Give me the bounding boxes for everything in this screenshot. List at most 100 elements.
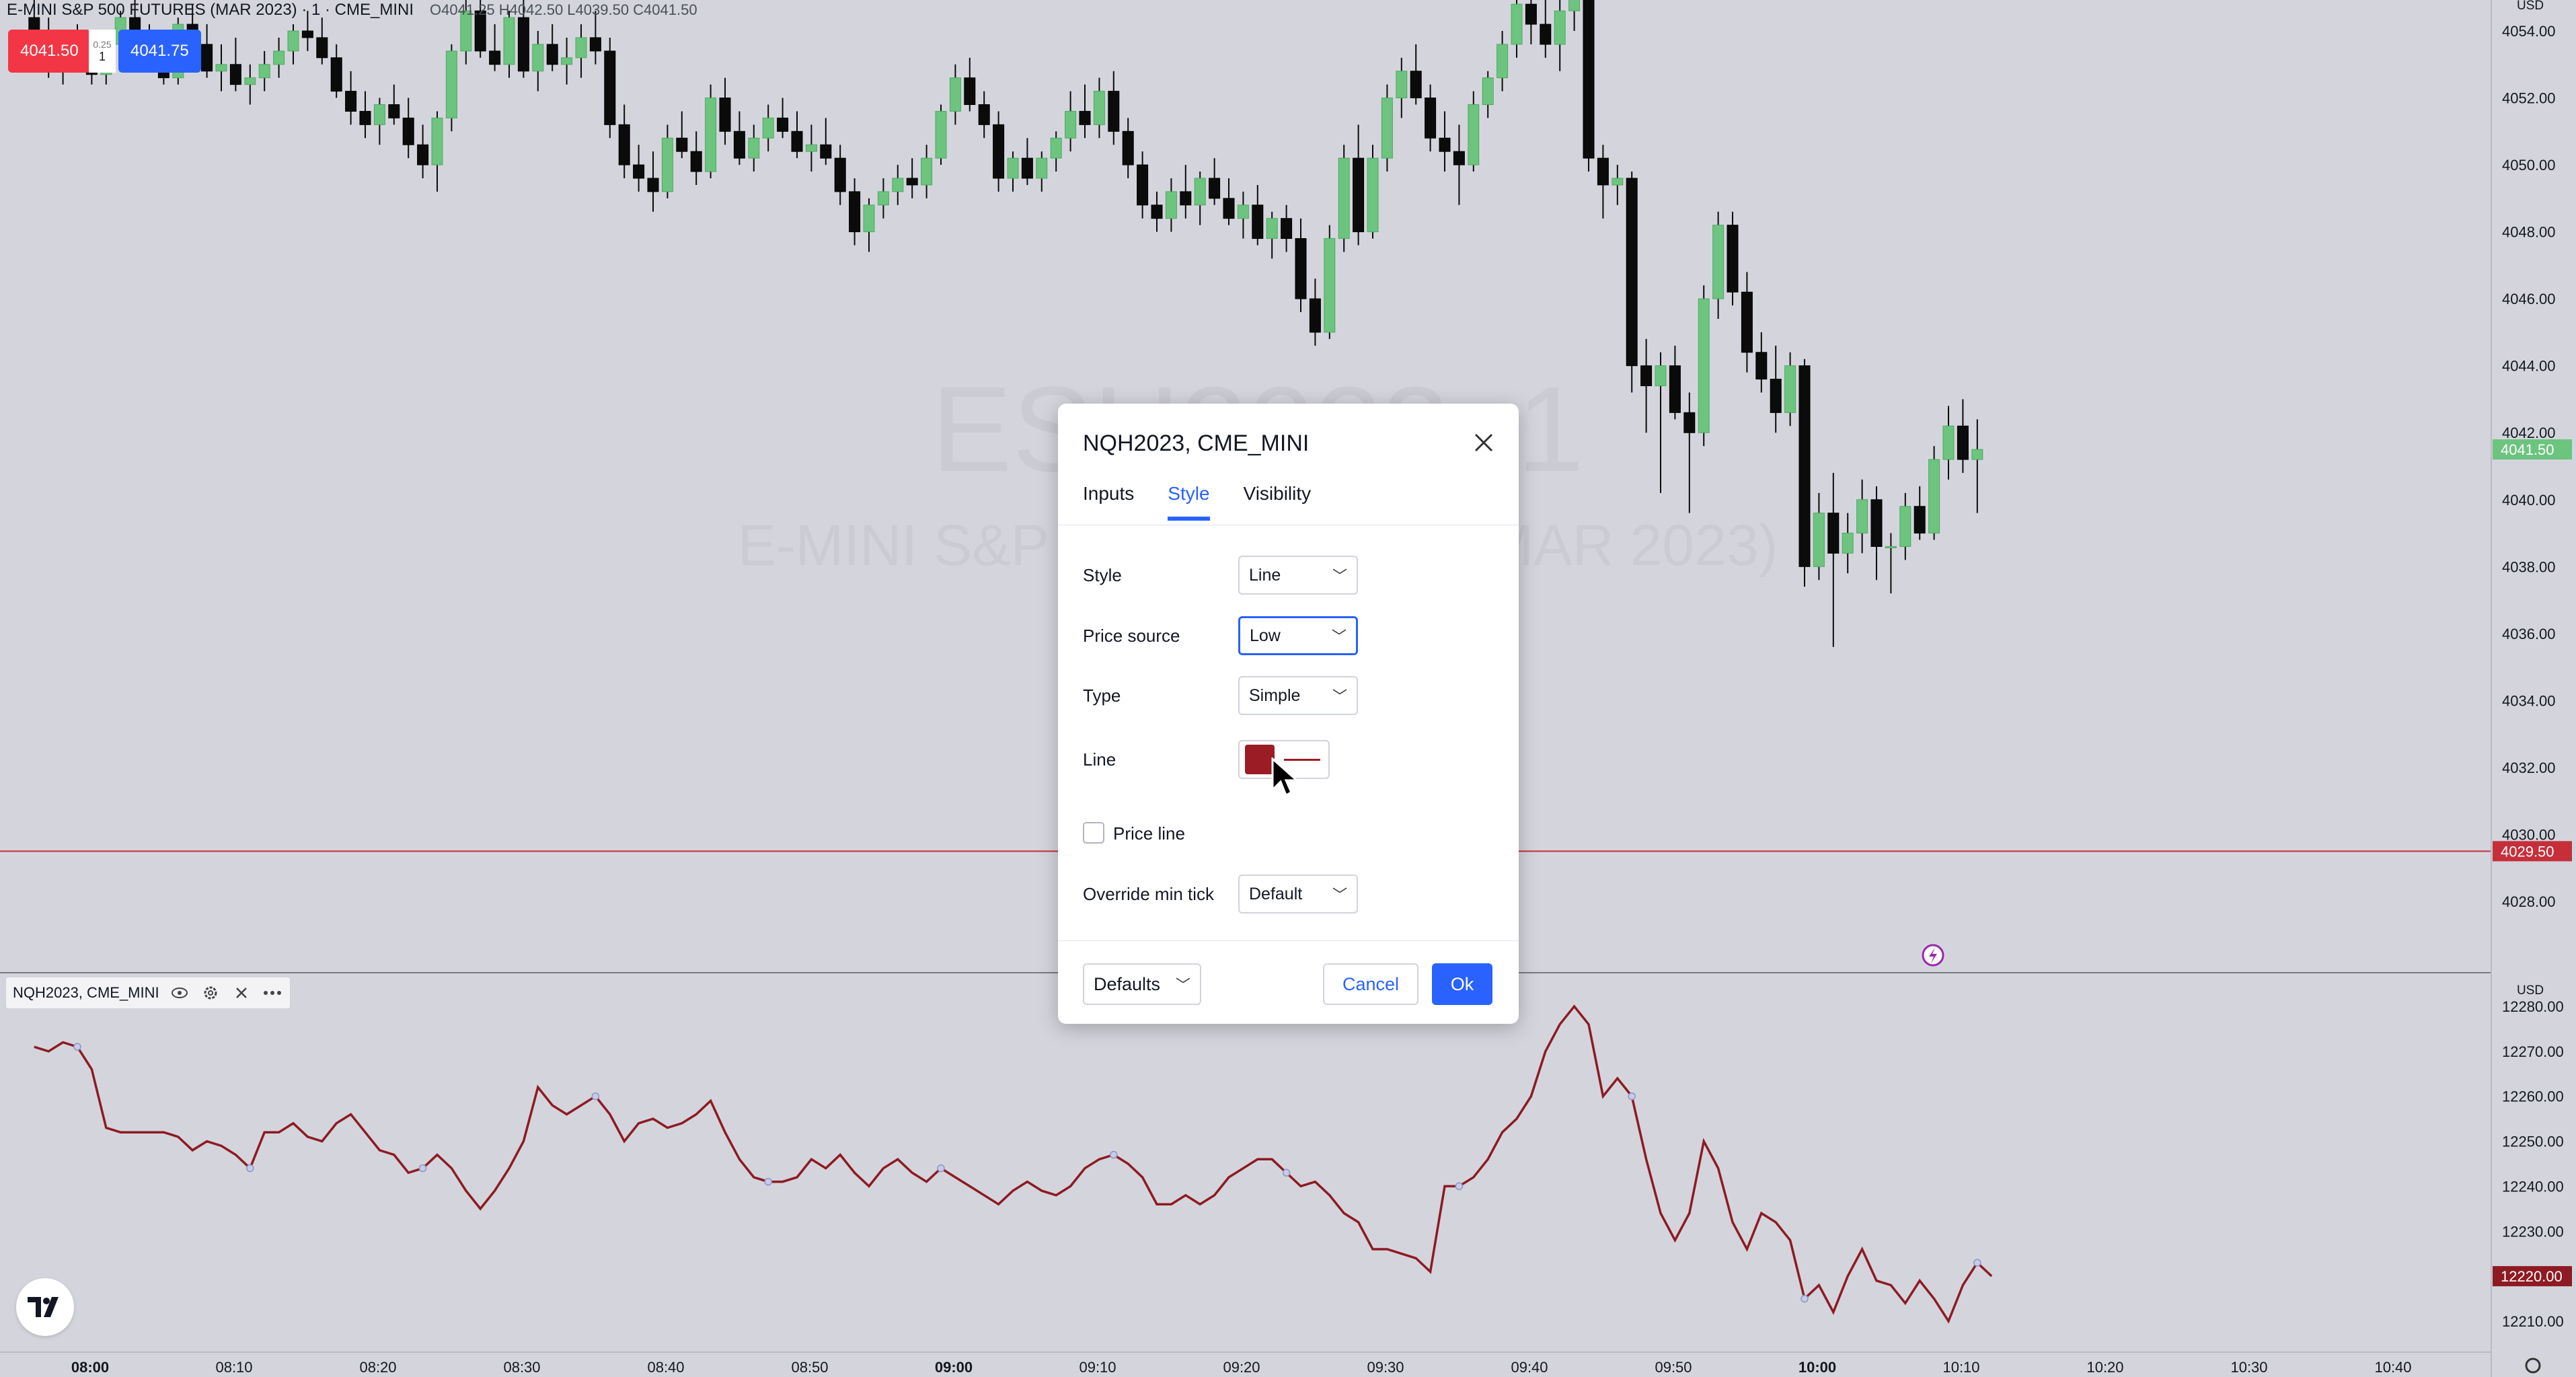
price-tick: 4046.00 (2502, 291, 2556, 307)
candle-up (561, 57, 573, 65)
candle-up (445, 50, 457, 118)
tab-visibility[interactable]: Visibility (1244, 483, 1312, 521)
candle-down (359, 110, 371, 125)
price-line-checkbox[interactable] (1083, 822, 1104, 844)
price-badge-nq-last-label: 12220.00 (2501, 1268, 2563, 1285)
time-tick: 09:50 (1655, 1359, 1692, 1376)
nq-point-marker (1282, 1168, 1291, 1177)
candle-down (690, 151, 702, 172)
candle-down (1914, 506, 1926, 534)
tradingview-logo-icon[interactable] (16, 1278, 74, 1336)
nq-point-marker (937, 1164, 945, 1173)
candle-down (1597, 157, 1609, 186)
candle-down (402, 117, 414, 145)
close-icon[interactable] (1468, 426, 1500, 459)
candle-up (1971, 449, 1983, 460)
candle-down (1683, 412, 1696, 433)
price-line-label[interactable]: Price line (1113, 823, 1185, 844)
candle-down (345, 91, 357, 112)
indicator-settings-dialog[interactable]: NQH2023, CME_MINI Inputs Style Visibilit… (1058, 404, 1519, 1024)
candle-down (618, 124, 630, 165)
candle-down (229, 64, 241, 85)
type-select[interactable]: Simple ﹀ (1238, 676, 1358, 715)
time-tick: 10:00 (1798, 1359, 1836, 1376)
candle-down (1180, 191, 1192, 206)
candle-up (1468, 104, 1480, 165)
candle-down (906, 178, 918, 186)
candle-up (503, 17, 515, 65)
currency-label-top[interactable]: USD (2517, 0, 2544, 13)
time-tick: 08:20 (359, 1359, 396, 1376)
price-source-select[interactable]: Low ﹀ (1238, 616, 1358, 655)
candle-up (1655, 365, 1667, 387)
candle-up (705, 98, 717, 172)
line-color-swatch[interactable] (1245, 745, 1275, 774)
style-select[interactable]: Line ﹀ (1238, 556, 1358, 595)
symbol-header: E-MINI S&P 500 FUTURES (MAR 2023) · 1 · … (7, 0, 697, 20)
candle-down (820, 144, 832, 159)
lightning-icon[interactable] (1922, 944, 1944, 967)
symbol-title[interactable]: E-MINI S&P 500 FUTURES (MAR 2023) · 1 · … (7, 1, 414, 20)
close-icon[interactable] (231, 982, 252, 1004)
sell-button[interactable]: 4041.50 (8, 30, 91, 73)
candle-up (1784, 365, 1796, 413)
nq-point-marker (1110, 1150, 1118, 1159)
price-tick: 4052.00 (2502, 90, 2556, 107)
candle-down (1626, 178, 1638, 367)
candle-up (877, 191, 889, 206)
price-tick: 4030.00 (2502, 826, 2556, 843)
candle-up (1554, 10, 1566, 45)
candle-down (993, 124, 1005, 179)
gear-icon[interactable] (200, 982, 221, 1004)
candle-up (258, 64, 270, 79)
more-icon[interactable] (262, 982, 283, 1004)
candle-down (1281, 218, 1293, 239)
candle-down (1727, 225, 1739, 293)
candle-down (301, 30, 313, 38)
currency-label-bottom[interactable]: USD (2517, 983, 2544, 998)
nq-legend[interactable]: NQH2023, CME_MINI (5, 977, 291, 1009)
eye-icon[interactable] (169, 982, 190, 1004)
candle-down (633, 164, 645, 179)
candle-up (1266, 218, 1278, 239)
candle-up (661, 137, 673, 192)
price-tick: 4048.00 (2502, 224, 2556, 241)
candle-down (1741, 291, 1753, 353)
ok-button[interactable]: Ok (1432, 963, 1492, 1005)
nq-point-marker (1455, 1182, 1464, 1191)
candle-up (935, 110, 947, 159)
candle-down (1021, 157, 1033, 179)
candle-up (1511, 3, 1523, 45)
candle-up (1928, 459, 1940, 534)
qty-step: 0.25 (93, 38, 112, 50)
price-badge-bottom-line-label: 4029.50 (2501, 843, 2554, 860)
nq-legend-label: NQH2023, CME_MINI (13, 984, 159, 1001)
mouse-cursor-icon (1271, 757, 1299, 797)
line-label: Line (1083, 749, 1116, 770)
candle-down (719, 98, 731, 132)
candle-up (921, 157, 933, 186)
type-select-value: Simple (1249, 685, 1301, 705)
candle-down (1252, 204, 1264, 239)
candle-down (1151, 204, 1163, 219)
candle-up (1050, 137, 1062, 159)
buy-button[interactable]: 4041.75 (118, 30, 201, 73)
candle-up (762, 117, 774, 139)
candle-up (215, 64, 227, 72)
candle-up (1194, 178, 1206, 206)
tab-style[interactable]: Style (1168, 483, 1210, 521)
candle-up (748, 137, 760, 159)
time-tick: 08:10 (215, 1359, 252, 1376)
candle-down (1770, 379, 1782, 413)
candle-down (849, 191, 861, 233)
candle-up (1612, 178, 1624, 186)
nq-point-marker (591, 1092, 600, 1101)
tab-inputs[interactable]: Inputs (1083, 483, 1134, 521)
quantity-box[interactable]: 0.25 1 (89, 30, 116, 73)
dialog-title: NQH2023, CME_MINI (1083, 431, 1310, 456)
defaults-dropdown[interactable]: Defaults ﹀ (1083, 963, 1201, 1005)
candle-down (316, 37, 328, 59)
override-min-tick-select[interactable]: Default ﹀ (1238, 874, 1358, 914)
cancel-button[interactable]: Cancel (1323, 963, 1418, 1005)
candle-up (373, 104, 385, 125)
